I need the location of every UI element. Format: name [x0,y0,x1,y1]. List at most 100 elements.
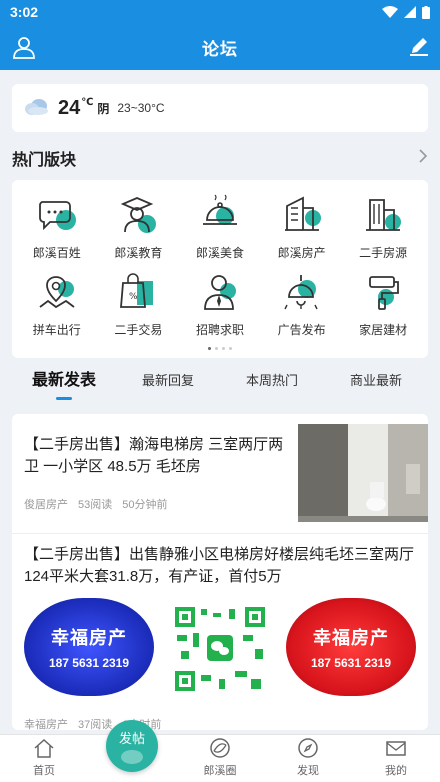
post-time: 50分钟前 [122,499,168,511]
weather-card[interactable]: 24℃ 阴 23~30°C [12,84,428,132]
pager-dot [215,347,218,350]
edit-icon[interactable] [408,35,430,62]
post-image-ad-blue: 幸福房产 187 5631 2319 [24,598,154,696]
paint-roller-icon [369,276,400,310]
qr-code-icon [173,605,267,693]
person-tie-icon [204,275,236,310]
house-icon [366,199,402,231]
post-author: 幸福房产 [24,719,68,730]
board-item[interactable]: 广告发布 [261,271,343,338]
board-item[interactable]: 拼车出行 [16,271,98,338]
ad-title: 幸福房产 [51,628,127,648]
ad-phone: 187 5631 2319 [48,656,130,670]
chat-bubble-icon [38,201,76,231]
building-icon [284,196,321,231]
compass-icon [298,738,318,758]
post-feed: 【二手房出售】瀚海电梯房 三室两厅两卫 一小学区 48.5万 毛坯房 俊居房产 … [12,414,428,730]
tab-latest-replies[interactable]: 最新回复 [116,360,220,402]
pager-dot [222,347,225,350]
nav-mine[interactable]: 我的 [352,735,440,782]
home-icon [34,738,54,758]
board-item[interactable]: 招聘求职 [179,271,261,338]
post-thumbnail [298,424,428,522]
nav-label: 首页 [33,765,55,777]
new-post-label: 发帖 [118,731,145,746]
graduate-icon [121,197,157,233]
section-title: 热门版块 [12,152,77,169]
battery-icon [422,5,430,19]
signal-icon [404,6,416,18]
weather-unit: ℃ [81,96,94,108]
status-time: 3:02 [10,4,39,20]
pager-dot-active [208,347,211,350]
board-item[interactable]: 郎溪房产 [261,194,343,261]
board-item[interactable]: 郎溪教育 [98,194,180,261]
nav-circle[interactable]: 郎溪圈 [176,735,264,782]
ad-title: 幸福房产 [313,628,389,648]
board-label: 招聘求职 [195,323,244,337]
board-item[interactable]: % 二手交易 [98,271,180,338]
hot-boards-header[interactable]: 热门版块 [12,146,428,170]
food-dish-icon [202,194,237,225]
pager-dot [229,347,232,350]
pager-dots [12,347,428,350]
page-title: 论坛 [202,39,238,59]
board-item[interactable]: 二手房源 [342,194,424,261]
post-meta: 俊居房产 53阅读 50分钟前 [24,496,168,512]
feed-tabs: 最新发表 最新回复 本周热门 商业最新 [0,360,440,402]
nav-home[interactable]: 首页 [0,735,88,782]
board-label: 郎溪美食 [195,246,244,260]
tab-business-latest[interactable]: 商业最新 [324,360,428,402]
post-item[interactable]: 【二手房出售】出售静雅小区电梯房好楼层纯毛坯三室两厅124平米大套31.8万，有… [12,534,428,730]
post-title: 【二手房出售】瀚海电梯房 三室两厅两卫 一小学区 48.5万 毛坯房 [24,436,284,475]
new-post-icon [121,750,143,764]
ad-banner: 幸福房产 187 5631 2319 [24,598,154,696]
svg-text:%: % [129,292,138,302]
weather-range: 23~30°C [117,101,165,115]
board-label: 拼车出行 [32,323,81,337]
post-item[interactable]: 【二手房出售】瀚海电梯房 三室两厅两卫 一小学区 48.5万 毛坯房 俊居房产 … [12,414,428,534]
board-label: 二手房源 [359,246,408,260]
board-item[interactable]: 郎溪美食 [179,194,261,261]
circle-icon [210,738,230,758]
post-image-qr [155,598,285,696]
post-images: 幸福房产 187 5631 2319 幸福房产 187 5631 2319 [24,598,416,696]
board-label: 家居建材 [359,323,408,337]
weather-condition: 阴 [97,101,110,116]
weather-temp: 24℃ [58,96,94,119]
nav-label: 我的 [385,765,407,777]
nav-discover[interactable]: 发现 [264,735,352,782]
board-item[interactable]: 郎溪百姓 [16,194,98,261]
nav-label: 郎溪圈 [203,765,237,777]
post-image-ad-red: 幸福房产 187 5631 2319 [286,598,416,696]
mail-icon [386,741,406,756]
status-icons [382,5,430,19]
post-author: 俊居房产 [24,499,68,511]
board-label: 郎溪百姓 [32,246,81,260]
board-label: 郎溪房产 [277,246,326,260]
board-label: 郎溪教育 [114,246,163,260]
shopping-bag-icon: % [120,273,154,308]
board-item[interactable]: 家居建材 [342,271,424,338]
post-title: 【二手房出售】出售静雅小区电梯房好楼层纯毛坯三室两厅124平米大套31.8万，有… [24,546,415,585]
cloud-icon [24,96,50,121]
app-bar: 论坛 [0,24,440,70]
user-icon[interactable] [12,35,36,64]
post-reads: 37阅读 [78,719,113,730]
boards-grid: 郎溪百姓 郎溪教育 郎溪美食 郎溪房产 二手房源 拼车出行 % 二手交易 招聘求 [12,180,428,338]
new-post-button[interactable]: 发帖 [106,720,158,772]
boards-card: 郎溪百姓 郎溪教育 郎溪美食 郎溪房产 二手房源 拼车出行 % 二手交易 招聘求 [12,180,428,358]
wifi-icon [382,6,398,18]
nav-label: 发现 [297,765,319,777]
status-bar: 3:02 [0,0,440,24]
board-label: 二手交易 [114,323,163,337]
board-label: 广告发布 [277,323,326,337]
post-reads: 53阅读 [78,499,113,511]
lamp-icon [283,275,318,310]
tab-weekly-hot[interactable]: 本周热门 [220,360,324,402]
chevron-right-icon[interactable] [418,148,428,169]
bottom-nav: 首页 郎溪圈 发现 我的 [0,734,440,782]
map-pin-icon [39,276,75,309]
tab-latest-posts[interactable]: 最新发表 [12,360,116,402]
ad-banner: 幸福房产 187 5631 2319 [286,598,416,696]
